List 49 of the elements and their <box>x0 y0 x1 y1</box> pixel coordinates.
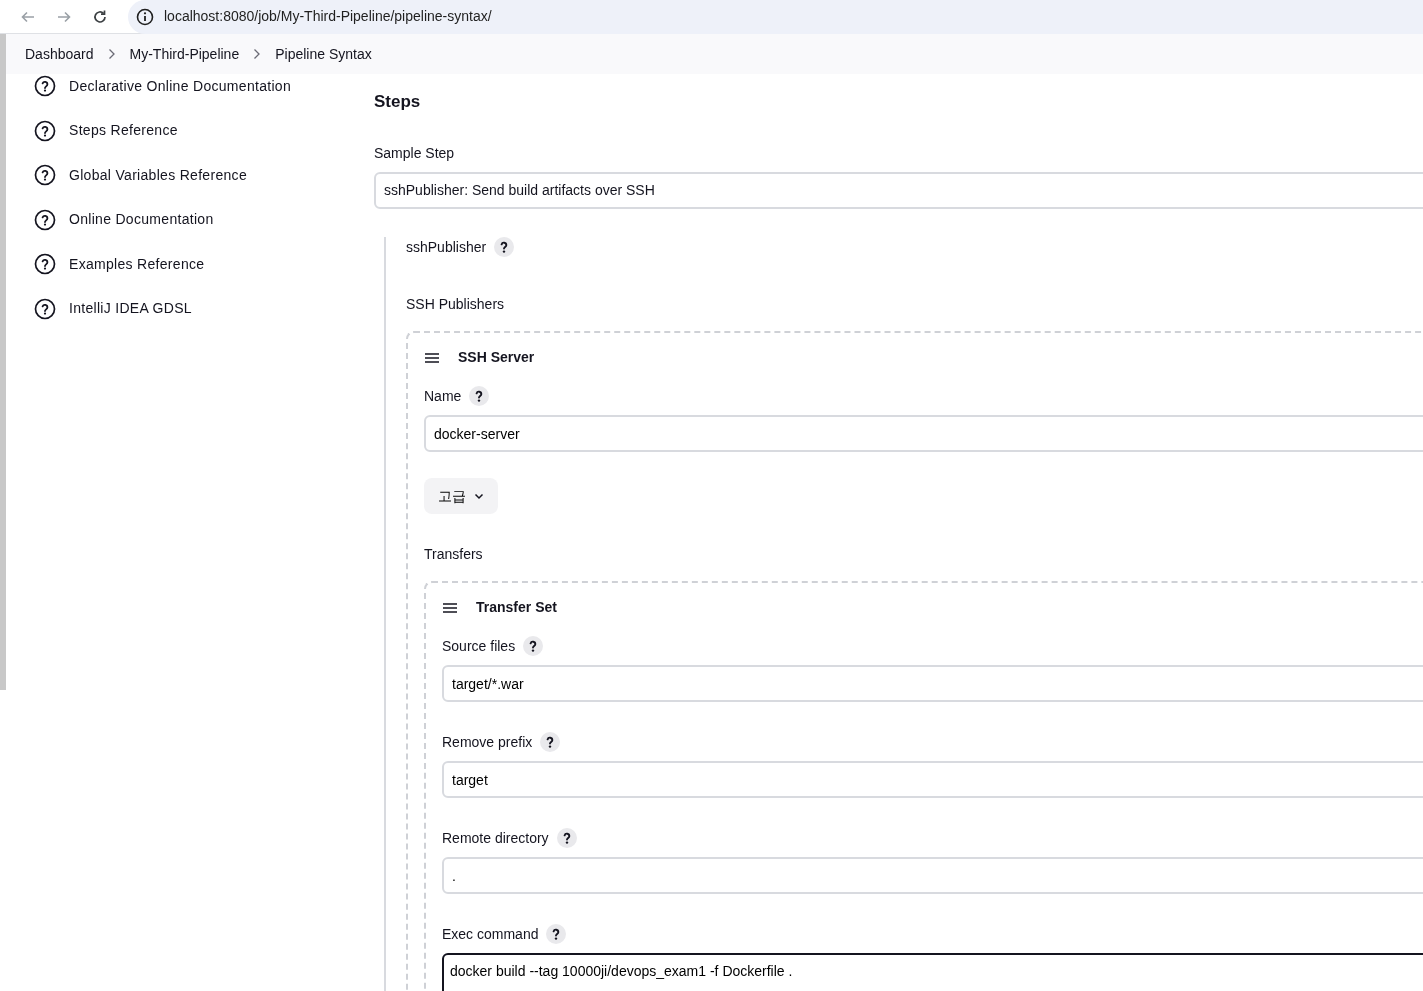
sidebar-item[interactable]: Declarative Online Documentation <box>34 75 346 97</box>
sidebar-item[interactable]: Steps Reference <box>34 119 346 142</box>
help-icon <box>34 164 56 186</box>
step-select[interactable]: sshPublisher: Send build artifacts over SSH <box>374 172 1423 209</box>
text-field[interactable]: . <box>442 857 1423 894</box>
field-label: Name <box>424 387 462 406</box>
breadcrumb-link[interactable]: Pipeline Syntax <box>275 43 372 65</box>
sidebar-item[interactable]: Online Documentation <box>34 208 346 231</box>
field-label: Transfers <box>424 545 483 564</box>
address-bar[interactable]: localhost:8080/job/My-Third-Pipeline/pipeline-syntax/ <box>128 0 1423 34</box>
field-label: Remove prefix <box>442 733 533 752</box>
help-icon <box>34 297 56 320</box>
section-heading: Steps <box>374 91 422 113</box>
sidebar-item[interactable]: Examples Reference <box>34 253 346 275</box>
sidebar-item[interactable]: IntelliJ IDEA GDSL <box>34 297 346 320</box>
field-label: Sample Step <box>374 144 455 163</box>
command-textarea[interactable]: docker build --tag 10000ji/devops_exam1 -f Dockerfile . <box>442 953 1423 991</box>
drag-handle-icon[interactable] <box>424 351 440 364</box>
help-icon <box>34 119 56 142</box>
chevron-right-icon <box>107 48 116 60</box>
drag-handle-icon[interactable] <box>442 601 458 614</box>
field-label: sshPublisher <box>406 238 487 257</box>
info-icon[interactable] <box>136 7 154 26</box>
help-button[interactable] <box>523 636 544 656</box>
help-button[interactable] <box>469 386 490 406</box>
field-label: Exec command <box>442 925 539 944</box>
chevron-right-icon <box>253 48 262 60</box>
chevron-down-icon <box>474 492 484 500</box>
reload-icon[interactable] <box>92 8 108 25</box>
scrollbar[interactable] <box>0 34 6 690</box>
help-button[interactable] <box>546 924 567 944</box>
advanced-button[interactable]: 고급 <box>424 478 498 514</box>
field-label: Source files <box>442 637 516 656</box>
help-icon <box>34 75 56 97</box>
panel-title: SSH Server <box>458 348 535 367</box>
panel-title: Transfer Set <box>476 598 557 617</box>
help-icon <box>34 253 56 275</box>
help-button[interactable] <box>540 732 561 752</box>
breadcrumb-link[interactable]: My-Third-Pipeline <box>129 43 240 65</box>
help-icon <box>34 208 56 231</box>
help-button[interactable] <box>556 828 577 848</box>
field-label: SSH Publishers <box>406 295 505 314</box>
sidebar-item[interactable]: Global Variables Reference <box>34 164 346 186</box>
text-field[interactable]: target/*.war <box>442 665 1423 702</box>
name-field[interactable]: docker-server <box>424 415 1423 452</box>
help-button[interactable] <box>494 237 515 257</box>
field-label: Remote directory <box>442 829 549 848</box>
text-field[interactable]: target <box>442 761 1423 798</box>
breadcrumb-link[interactable]: Dashboard <box>25 43 94 65</box>
